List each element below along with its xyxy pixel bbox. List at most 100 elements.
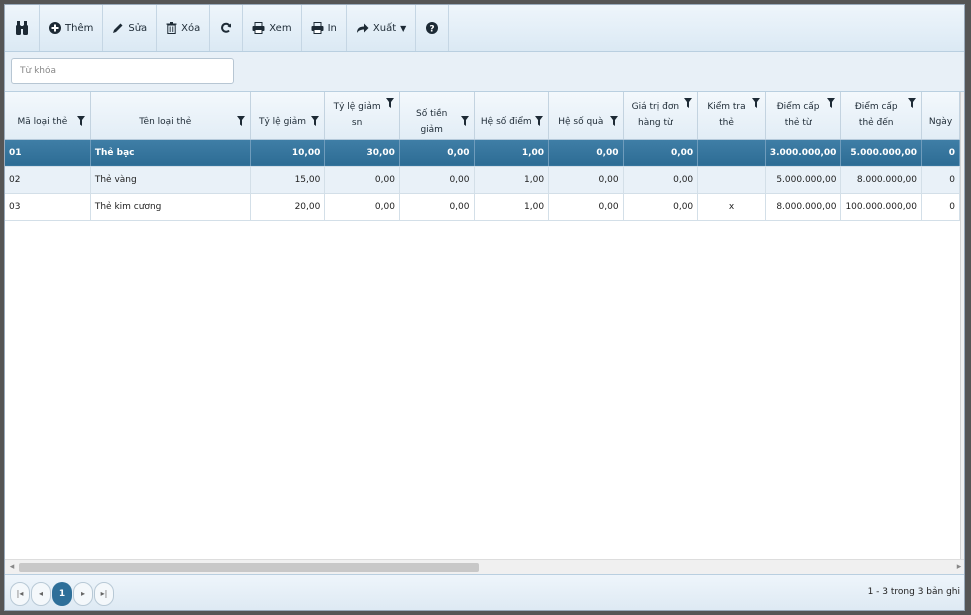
cell-so-tien-giam: 0,00 [399,166,475,194]
cell-ty-le-giam: 10,00 [250,139,326,167]
cell-diem-cap-the-tu: 3.000.000,00 [765,139,842,167]
help-button[interactable]: ? [416,5,450,51]
keyword-search-input[interactable] [11,58,234,84]
cell-gia-tri-don-hang-tu: 0,00 [623,166,699,194]
first-page-button[interactable]: |◂ [10,582,30,606]
table-row[interactable]: 02 Thẻ vàng 15,00 0,00 0,00 1,00 0,00 0,… [5,166,960,194]
preview-button-label: Xem [269,22,292,34]
col-header-he-so-qua[interactable]: Hệ số quà [548,92,624,140]
col-header-ma-loai-the[interactable]: Mã loại thẻ [5,92,91,140]
last-page-button[interactable]: ▸| [94,582,114,606]
print-preview-icon [252,22,265,34]
share-arrow-icon [356,23,369,34]
scroll-left-icon[interactable]: ◂ [5,560,19,574]
table-row[interactable]: 03 Thẻ kim cương 20,00 0,00 0,00 1,00 0,… [5,193,960,221]
cell-he-so-qua: 0,00 [548,139,624,167]
filter-icon[interactable] [908,98,917,114]
vertical-scrollbar[interactable] [960,92,964,559]
cell-gia-tri-don-hang-tu: 0,00 [623,193,699,221]
cell-diem-cap-the-den: 100.000.000,00 [840,193,923,221]
next-page-icon: ▸ [80,589,85,598]
cell-diem-cap-the-den: 8.000.000,00 [840,166,923,194]
header-row: Mã loại thẻ Tên loại thẻ Tỷ lệ giảm Tỷ l… [5,92,960,140]
col-header-gia-tri-don-hang-tu[interactable]: Giá trị đơn hàng từ [623,92,699,140]
cell-he-so-diem: 1,00 [474,166,550,194]
print-button-label: In [327,22,337,34]
cell-ty-le-giam: 15,00 [250,166,326,194]
col-header-ty-le-giam-sn[interactable]: Tỷ lệ giảm sn [324,92,400,140]
trash-icon [166,22,177,34]
caret-down-icon: ▼ [400,23,407,33]
refresh-button[interactable] [210,5,244,51]
cell-ty-le-giam: 20,00 [250,193,326,221]
print-button[interactable]: In [302,5,347,51]
col-header-diem-cap-the-tu[interactable]: Điểm cấp thẻ từ [765,92,842,140]
col-header-ten-loai-the[interactable]: Tên loại thẻ [90,92,251,140]
edit-button-label: Sửa [128,22,148,34]
col-header-ngay[interactable]: Ngày [921,92,960,140]
col-header-diem-cap-the-den[interactable]: Điểm cấp thẻ đến [840,92,923,140]
cell-so-tien-giam: 0,00 [399,193,475,221]
filter-icon[interactable] [535,116,544,132]
record-count-label: 1 - 3 trong 3 bản ghi [867,587,960,597]
export-button[interactable]: Xuất ▼ [347,5,417,51]
cell-gia-tri-don-hang-tu: 0,00 [623,139,699,167]
cell-ma-loai-the: 01 [5,139,91,167]
filter-icon[interactable] [460,116,469,132]
find-button[interactable] [5,5,40,51]
delete-button-label: Xóa [181,22,201,34]
toolbar: Thêm Sửa Xóa Xem In Xuất ▼ ? [5,5,964,52]
add-button[interactable]: Thêm [40,5,104,51]
svg-text:?: ? [430,25,435,35]
table-row[interactable]: 01 Thẻ bạc 10,00 30,00 0,00 1,00 0,00 0,… [5,139,960,167]
prev-page-button[interactable]: ◂ [31,582,51,606]
cell-ma-loai-the: 03 [5,193,91,221]
filter-icon[interactable] [827,98,836,114]
export-button-label: Xuất [372,22,397,34]
filter-icon[interactable] [684,98,693,114]
pencil-icon [112,22,124,34]
cell-ty-le-giam-sn: 0,00 [324,193,400,221]
horizontal-scrollbar[interactable]: ◂ ▸ [5,559,964,574]
edit-button[interactable]: Sửa [103,5,158,51]
delete-button[interactable]: Xóa [157,5,211,51]
col-header-he-so-diem[interactable]: Hệ số điểm [474,92,550,140]
cell-he-so-diem: 1,00 [474,193,550,221]
filter-icon[interactable] [751,98,760,114]
cell-ngay: 0 [921,193,960,221]
current-page-button[interactable]: 1 [52,582,72,606]
preview-button[interactable]: Xem [243,5,302,51]
printer-icon [311,22,324,34]
main-window: Thêm Sửa Xóa Xem In Xuất ▼ ? Từ khóa Mã … [4,4,965,611]
first-page-icon: |◂ [16,589,24,598]
cell-ty-le-giam-sn: 0,00 [324,166,400,194]
cell-kiem-tra-the [697,166,766,194]
add-button-label: Thêm [65,22,94,34]
filter-icon[interactable] [236,116,245,132]
next-page-button[interactable]: ▸ [73,582,93,606]
col-header-so-tien-giam[interactable]: Số tiền giảm [399,92,475,140]
scroll-right-icon[interactable]: ▸ [952,560,964,574]
cell-diem-cap-the-den: 5.000.000,00 [840,139,923,167]
cell-ma-loai-the: 02 [5,166,91,194]
cell-ten-loai-the: Thẻ kim cương [90,193,251,221]
cell-ten-loai-the: Thẻ bạc [90,139,251,167]
horizontal-scroll-thumb[interactable] [19,563,479,572]
col-header-kiem-tra-the[interactable]: Kiểm tra thẻ [697,92,766,140]
cell-diem-cap-the-tu: 5.000.000,00 [765,166,842,194]
filter-icon[interactable] [311,116,320,132]
prev-page-icon: ◂ [38,589,43,598]
filter-icon[interactable] [609,116,618,132]
data-grid: Mã loại thẻ Tên loại thẻ Tỷ lệ giảm Tỷ l… [5,92,960,559]
col-header-ty-le-giam[interactable]: Tỷ lệ giảm [250,92,326,140]
cell-ty-le-giam-sn: 30,00 [324,139,400,167]
cell-he-so-qua: 0,00 [548,193,624,221]
plus-circle-icon [49,22,61,34]
cell-kiem-tra-the [697,139,766,167]
cell-he-so-qua: 0,00 [548,166,624,194]
filter-icon[interactable] [76,116,85,132]
refresh-icon [220,22,232,34]
filter-icon[interactable] [385,98,394,114]
binoculars-icon [15,20,29,36]
cell-ngay: 0 [921,139,960,167]
